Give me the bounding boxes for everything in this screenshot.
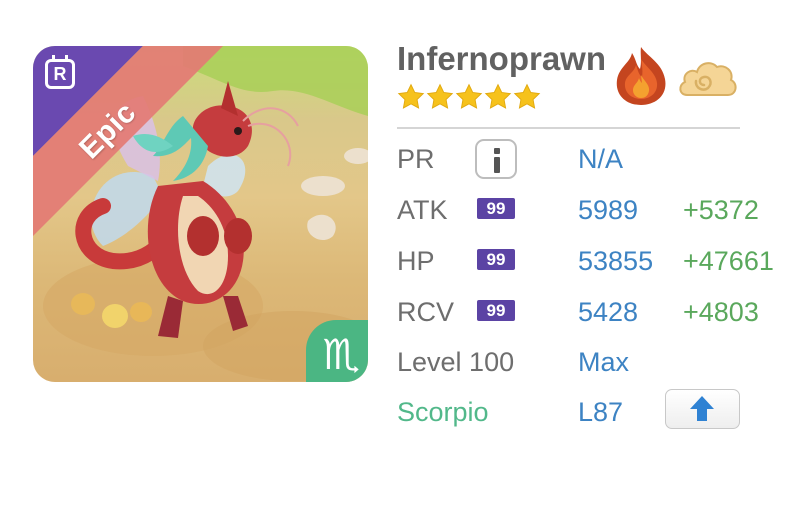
atk-bonus: +5372 xyxy=(683,195,759,225)
star-icon xyxy=(513,83,541,109)
rcv-value: 5428 xyxy=(578,297,639,327)
level-value: Max xyxy=(578,347,630,377)
arrow-up-icon xyxy=(690,396,714,421)
header-divider xyxy=(397,127,740,129)
star-icon xyxy=(397,83,425,109)
atk-level-badge: 99 xyxy=(477,198,515,219)
upgrade-button[interactable] xyxy=(665,389,740,429)
scorpio-icon: ♏ xyxy=(322,330,360,379)
level-label: Level 100 xyxy=(397,347,515,377)
hp-level-badge: 99 xyxy=(477,249,515,270)
zodiac-level: L87 xyxy=(578,397,624,427)
monster-name: Infernoprawn xyxy=(397,40,607,77)
fire-icon xyxy=(616,47,666,105)
r-badge-icon: R xyxy=(45,55,75,89)
zodiac-corner-badge: ♏ xyxy=(306,320,368,382)
hp-bonus: +47661 xyxy=(683,246,774,276)
cloud-icon xyxy=(679,62,737,96)
star-icon xyxy=(484,83,512,109)
atk-label: ATK xyxy=(397,195,448,225)
rcv-level-badge: 99 xyxy=(477,300,515,321)
atk-value: 5989 xyxy=(578,195,639,225)
pr-value: N/A xyxy=(578,144,624,174)
rcv-bonus: +4803 xyxy=(683,297,759,327)
info-icon xyxy=(494,148,500,154)
pr-label: PR xyxy=(397,144,435,174)
info-icon-bar xyxy=(494,157,500,173)
hp-label: HP xyxy=(397,246,435,276)
zodiac-label: Scorpio xyxy=(397,397,489,427)
monster-portrait[interactable]: R Epic ♏ xyxy=(33,46,368,382)
star-icon xyxy=(426,83,454,109)
star-icon xyxy=(455,83,483,109)
info-button[interactable] xyxy=(475,139,517,179)
r-badge-letter: R xyxy=(53,64,67,84)
hp-value: 53855 xyxy=(578,246,654,276)
rcv-label: RCV xyxy=(397,297,455,327)
